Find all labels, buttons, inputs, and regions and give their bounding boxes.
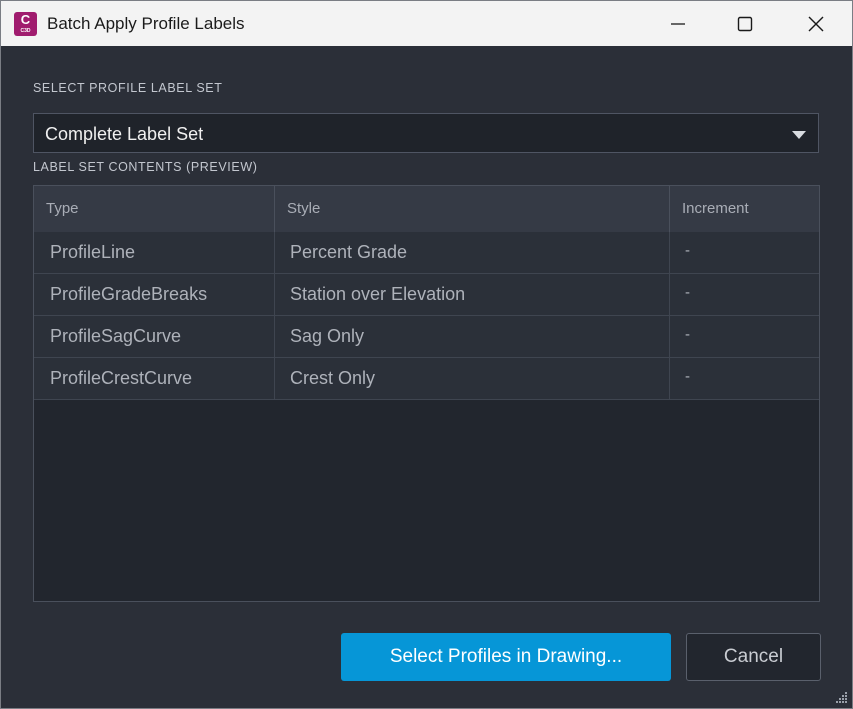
cell-type: ProfileGradeBreaks	[50, 284, 208, 304]
cell-style: Sag Only	[274, 316, 669, 357]
table-header: Type Style Increment	[34, 186, 819, 233]
table-row[interactable]: ProfileCrestCurve Crest Only -	[34, 358, 819, 400]
minimize-button[interactable]	[655, 1, 701, 46]
table-row[interactable]: ProfileSagCurve Sag Only -	[34, 316, 819, 358]
maximize-icon	[737, 16, 753, 31]
minimize-icon	[671, 22, 685, 25]
cell-increment: -	[669, 232, 819, 273]
cancel-button[interactable]: Cancel	[686, 633, 821, 681]
civil3d-app-icon: C C3D	[14, 12, 37, 36]
cell-increment: -	[669, 316, 819, 357]
label-set-dropdown[interactable]: Complete Label Set	[33, 113, 819, 153]
cell-type: ProfileSagCurve	[50, 326, 182, 346]
window-title: Batch Apply Profile Labels	[47, 14, 245, 33]
dialog-window: C C3D Batch Apply Profile Labels SELECT …	[0, 0, 853, 709]
app-icon-letter: C	[20, 12, 31, 27]
cell-style: Crest Only	[274, 358, 669, 399]
app-icon-sub: C3D	[20, 28, 31, 34]
resize-grip-icon[interactable]	[834, 690, 848, 704]
preview-section-label: LABEL SET CONTENTS (PREVIEW)	[33, 160, 258, 174]
cell-increment: -	[669, 274, 819, 315]
title-bar[interactable]: C C3D Batch Apply Profile Labels	[1, 1, 852, 46]
cell-increment: -	[669, 358, 819, 399]
cell-type: ProfileLine	[50, 242, 136, 262]
label-set-selected-value: Complete Label Set	[45, 124, 204, 144]
column-header-increment[interactable]: Increment	[669, 186, 819, 232]
column-header-style[interactable]: Style	[274, 186, 669, 232]
chevron-down-icon	[792, 131, 806, 139]
table-row[interactable]: ProfileGradeBreaks Station over Elevatio…	[34, 274, 819, 316]
cell-type: ProfileCrestCurve	[50, 368, 193, 388]
label-set-section-label: SELECT PROFILE LABEL SET	[33, 81, 223, 95]
cell-style: Station over Elevation	[274, 274, 669, 315]
cell-style: Percent Grade	[274, 232, 669, 273]
close-button[interactable]	[793, 1, 839, 46]
table-row[interactable]: ProfileLine Percent Grade -	[34, 232, 819, 274]
maximize-button[interactable]	[722, 1, 768, 46]
select-profiles-button[interactable]: Select Profiles in Drawing...	[341, 633, 671, 681]
close-icon	[808, 16, 824, 31]
column-header-type[interactable]: Type	[34, 186, 274, 232]
label-set-preview-table: Type Style Increment ProfileLine Percent…	[33, 185, 820, 602]
